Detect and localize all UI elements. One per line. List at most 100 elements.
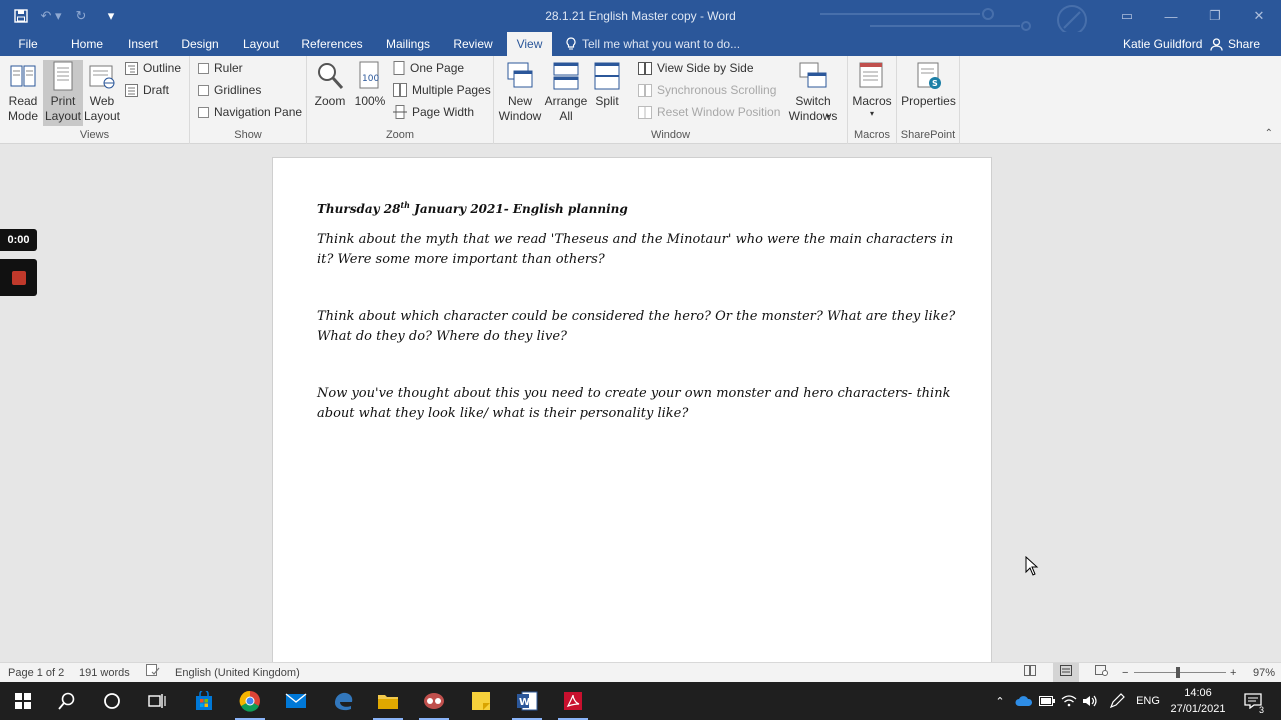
gridlines-checkbox[interactable]: Gridlines bbox=[198, 80, 261, 100]
outline-button[interactable]: Outline bbox=[125, 58, 181, 78]
system-clock[interactable]: 14:06 27/01/2021 bbox=[1163, 685, 1233, 717]
zoom-out-button[interactable]: − bbox=[1122, 663, 1128, 683]
store-icon[interactable] bbox=[181, 682, 227, 720]
tab-home[interactable]: Home bbox=[62, 32, 112, 56]
document-area: Thursday 28th January 2021- English plan… bbox=[0, 145, 1281, 662]
zoom-button[interactable]: Zoom bbox=[310, 60, 350, 126]
tab-layout[interactable]: Layout bbox=[236, 32, 286, 56]
onedrive-icon[interactable] bbox=[1014, 682, 1034, 720]
view-side-by-side-button[interactable]: View Side by Side bbox=[638, 58, 754, 78]
web-layout-button[interactable]: Web Layout bbox=[83, 60, 121, 126]
svg-text:W: W bbox=[519, 697, 530, 708]
draft-button[interactable]: Draft bbox=[125, 80, 169, 100]
page-count[interactable]: Page 1 of 2 bbox=[8, 663, 64, 683]
show-hidden-icons-icon[interactable]: ⌃ bbox=[992, 682, 1008, 720]
ruler-check-box[interactable] bbox=[198, 62, 209, 74]
windows-taskbar: W ⌃ ENG 14:06 27/01/2021 3 bbox=[0, 682, 1281, 720]
zoom-level[interactable]: 97% bbox=[1253, 663, 1275, 683]
word-icon[interactable]: W bbox=[504, 682, 550, 720]
windows-start-icon[interactable] bbox=[0, 682, 46, 720]
arrange-all-button[interactable]: Arrange All bbox=[544, 60, 588, 126]
ribbon-display-options-icon[interactable]: ▭ bbox=[1105, 0, 1149, 32]
file-explorer-icon[interactable] bbox=[365, 682, 411, 720]
read-mode-view-icon[interactable] bbox=[1024, 663, 1036, 683]
tab-file[interactable]: File bbox=[8, 32, 48, 56]
minimize-icon[interactable]: — bbox=[1149, 0, 1193, 32]
acrobat-icon[interactable] bbox=[550, 682, 596, 720]
show-group: Ruler Gridlines Navigation Pane Show bbox=[190, 56, 307, 144]
volume-icon[interactable] bbox=[1081, 682, 1099, 720]
maximize-icon[interactable]: ❐ bbox=[1193, 0, 1237, 32]
user-name[interactable]: Katie Guildford bbox=[1123, 32, 1202, 56]
search-icon[interactable] bbox=[44, 682, 90, 720]
close-icon[interactable]: ✕ bbox=[1237, 0, 1281, 32]
clock-date: 27/01/2021 bbox=[1170, 703, 1226, 715]
zoom-in-button[interactable]: + bbox=[1230, 663, 1236, 683]
word-count[interactable]: 191 words bbox=[79, 663, 130, 683]
snipping-tool-icon[interactable] bbox=[411, 682, 457, 720]
tab-insert[interactable]: Insert bbox=[120, 32, 166, 56]
heading-rest: January 2021- English planning bbox=[410, 202, 628, 216]
pen-workspace-icon[interactable] bbox=[1106, 682, 1128, 720]
edge-icon[interactable] bbox=[320, 682, 366, 720]
properties-button[interactable]: S Properties bbox=[900, 60, 957, 126]
print-layout-button[interactable]: Print Layout bbox=[43, 60, 83, 126]
input-language[interactable]: ENG bbox=[1133, 682, 1163, 720]
zoom-slider-thumb[interactable] bbox=[1176, 667, 1181, 678]
share-label: Share bbox=[1228, 37, 1261, 51]
read-mode-button[interactable]: Read Mode bbox=[3, 60, 43, 126]
tell-me-box[interactable]: Tell me what you want to do... bbox=[566, 32, 740, 56]
multiple-pages-label: Multiple Pages bbox=[412, 83, 491, 97]
macros-button[interactable]: Macros ▾ bbox=[851, 60, 893, 126]
gridlines-check-box[interactable] bbox=[198, 84, 209, 96]
chrome-icon[interactable] bbox=[227, 682, 273, 720]
title-bar: ↶ ▾ ↻ ▾ 28.1.21 English Master copy - Wo… bbox=[0, 0, 1281, 32]
zoom-100-button[interactable]: 100 100% bbox=[352, 60, 388, 126]
proofing-icon[interactable] bbox=[146, 663, 160, 683]
tab-mailings[interactable]: Mailings bbox=[380, 32, 436, 56]
notification-count: 3 bbox=[1258, 705, 1264, 715]
lightbulb-icon bbox=[566, 37, 576, 50]
tab-design[interactable]: Design bbox=[176, 32, 224, 56]
wifi-icon[interactable] bbox=[1060, 682, 1078, 720]
multiple-pages-button[interactable]: Multiple Pages bbox=[393, 80, 491, 100]
print-layout-view-icon[interactable] bbox=[1053, 663, 1079, 683]
navigation-pane-checkbox[interactable]: Navigation Pane bbox=[198, 102, 302, 122]
collapse-ribbon-icon[interactable]: ⌃ bbox=[1265, 128, 1273, 139]
split-button[interactable]: Split bbox=[590, 60, 624, 126]
synchronous-scrolling-button[interactable]: Synchronous Scrolling bbox=[638, 80, 776, 100]
ruler-checkbox[interactable]: Ruler bbox=[198, 58, 243, 78]
stop-square-icon bbox=[11, 270, 26, 285]
reset-window-position-button[interactable]: Reset Window Position bbox=[638, 102, 780, 122]
tab-review[interactable]: Review bbox=[448, 32, 498, 56]
new-window-icon bbox=[505, 60, 535, 92]
one-page-button[interactable]: One Page bbox=[393, 58, 464, 78]
sharepoint-group-label: SharePoint bbox=[900, 129, 956, 141]
language-status[interactable]: English (United Kingdom) bbox=[175, 663, 300, 683]
cortana-icon[interactable] bbox=[89, 682, 135, 720]
web-layout-view-icon[interactable] bbox=[1095, 663, 1108, 683]
navigation-pane-check-box[interactable] bbox=[198, 106, 209, 118]
switch-windows-button[interactable]: Switch Windows ▾ bbox=[784, 60, 842, 126]
window-controls: ▭ — ❐ ✕ bbox=[1105, 0, 1281, 32]
macros-chevron-down-icon: ▾ bbox=[869, 109, 874, 118]
outline-label: Outline bbox=[143, 61, 182, 75]
synchronous-scrolling-label: Synchronous Scrolling bbox=[657, 83, 777, 97]
share-button[interactable]: Share bbox=[1210, 32, 1260, 56]
tab-references[interactable]: References bbox=[298, 32, 366, 56]
notifications-icon[interactable]: 3 bbox=[1238, 682, 1268, 720]
tab-view[interactable]: View bbox=[507, 32, 552, 56]
svg-text:100: 100 bbox=[362, 74, 379, 84]
document-body[interactable]: Thursday 28th January 2021- English plan… bbox=[317, 200, 957, 461]
battery-icon[interactable] bbox=[1038, 682, 1056, 720]
document-page[interactable]: Thursday 28th January 2021- English plan… bbox=[272, 157, 992, 662]
stop-recording-button[interactable] bbox=[0, 259, 37, 296]
sticky-notes-icon[interactable] bbox=[458, 682, 504, 720]
new-window-button[interactable]: New Window bbox=[498, 60, 542, 126]
outline-icon bbox=[125, 61, 138, 75]
page-width-button[interactable]: Page Width bbox=[393, 102, 474, 122]
task-view-icon[interactable] bbox=[134, 682, 180, 720]
sharepoint-group: S Properties SharePoint bbox=[897, 56, 960, 144]
mail-icon[interactable] bbox=[273, 682, 319, 720]
paragraph-2: Think about which character could be con… bbox=[317, 309, 956, 344]
